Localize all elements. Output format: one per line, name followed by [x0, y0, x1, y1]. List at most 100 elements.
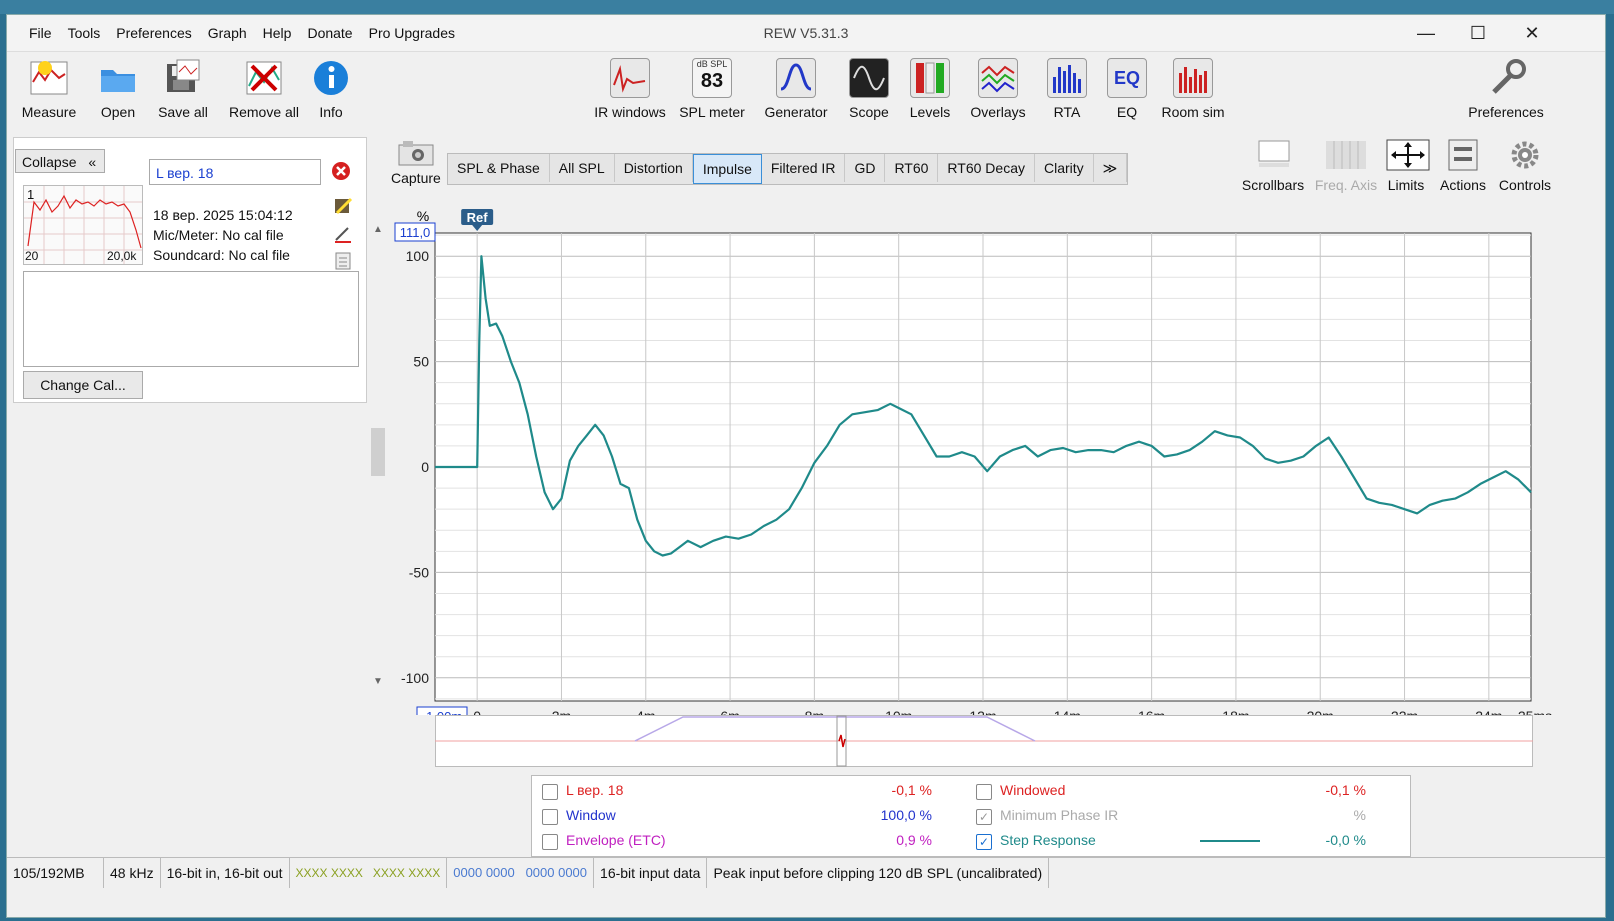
graph-panel-scrollbar[interactable]: ▲ ▼ — [371, 220, 387, 690]
tabs-more-button[interactable]: ≫ — [1094, 154, 1128, 182]
remove-all-button[interactable]: Remove all — [225, 58, 303, 120]
scroll-thumb[interactable] — [371, 428, 385, 476]
tab-filtered-ir[interactable]: Filtered IR — [762, 154, 846, 182]
rta-button[interactable]: RTA — [1047, 58, 1087, 120]
overview-strip[interactable] — [435, 715, 1533, 767]
legend-value-windowed: -0,1 % — [1325, 782, 1366, 798]
freq-axis-button[interactable]: Freq. Axis — [1311, 139, 1381, 193]
levels-icon — [910, 58, 950, 98]
preferences-label: Preferences — [1468, 104, 1544, 120]
legend-checkbox-envelope[interactable] — [542, 834, 558, 850]
y-tick-label: 0 — [421, 459, 429, 475]
levels-button[interactable]: Levels — [907, 58, 953, 120]
graph-tabs: SPL & Phase All SPL Distortion Impulse F… — [447, 153, 1129, 185]
ir-windows-label: IR windows — [594, 104, 666, 120]
measurement-name-field[interactable]: L вер. 18 — [149, 159, 321, 185]
scrollbars-button[interactable]: Scrollbars — [1239, 139, 1307, 193]
y-tick-label: -100 — [401, 670, 429, 686]
menu-file[interactable]: File — [21, 25, 60, 41]
scroll-up-icon[interactable]: ▲ — [373, 224, 383, 235]
spl-badge-value: 83 — [700, 70, 724, 92]
legend-value-measurement: -0,1 % — [891, 782, 932, 798]
spl-meter-button[interactable]: dB SPL 83 SPL meter — [677, 58, 747, 120]
y-tick-label: 100 — [406, 248, 430, 264]
scrollbars-icon — [1253, 139, 1293, 171]
scroll-down-icon[interactable]: ▼ — [373, 676, 383, 687]
remove-icon — [244, 58, 284, 98]
info-icon — [311, 58, 351, 98]
x-tick-label: 14m — [1054, 708, 1081, 715]
title-bar: File Tools Preferences Graph Help Donate… — [7, 15, 1605, 52]
controls-button[interactable]: Controls — [1497, 139, 1553, 193]
maximize-button[interactable]: ☐ — [1455, 19, 1501, 47]
status-input-levels: XXXX XXXX XXXX XXXX — [290, 858, 448, 888]
legend-checkbox-windowed[interactable] — [976, 784, 992, 800]
legend-label-min-phase: Minimum Phase IR — [1000, 807, 1119, 823]
tab-rt60-decay[interactable]: RT60 Decay — [938, 154, 1035, 182]
eq-label: EQ — [1116, 104, 1138, 120]
legend-checkbox-window[interactable] — [542, 809, 558, 825]
menu-preferences[interactable]: Preferences — [108, 25, 199, 41]
tab-rt60[interactable]: RT60 — [885, 154, 939, 182]
legend-value-envelope: 0,9 % — [896, 832, 932, 848]
menu-donate[interactable]: Donate — [299, 25, 360, 41]
menu-help[interactable]: Help — [255, 25, 300, 41]
generator-button[interactable]: Generator — [763, 58, 829, 120]
thumbnail-x-max: 20,0k — [107, 249, 137, 263]
x-tick-label: 6m — [720, 708, 739, 715]
capture-label: Capture — [391, 170, 441, 186]
menu-graph[interactable]: Graph — [200, 25, 255, 41]
ref-label: Ref — [467, 210, 489, 225]
menu-tools[interactable]: Tools — [60, 25, 109, 41]
tab-clarity[interactable]: Clarity — [1035, 154, 1094, 182]
impulse-graph[interactable]: 100 50 0 -50 -100 0 2m 4m 6m 8m 10m 12m 14m 16m 18m 20m… — [387, 195, 1587, 715]
legend-swatch-step-response — [1200, 840, 1260, 842]
measurement-color-icon[interactable] — [333, 195, 353, 215]
limits-button[interactable]: Limits — [1383, 139, 1430, 193]
status-bit-depth: 16-bit in, 16-bit out — [161, 858, 290, 888]
ir-windows-button[interactable]: IR windows — [591, 58, 669, 120]
change-cal-button[interactable]: Change Cal... — [23, 371, 143, 399]
measure-button[interactable]: Measure — [15, 58, 83, 120]
room-sim-button[interactable]: Room sim — [1157, 58, 1229, 120]
info-button[interactable]: Info — [311, 58, 351, 120]
tab-impulse[interactable]: Impulse — [692, 154, 762, 184]
thumbnail-x-min: 20 — [25, 249, 39, 263]
scope-button[interactable]: Scope — [847, 58, 891, 120]
gear-icon — [1505, 139, 1545, 171]
save-all-button[interactable]: Save all — [153, 58, 213, 120]
eq-button[interactable]: EQ EQ — [1107, 58, 1147, 120]
capture-button[interactable]: Capture — [391, 139, 441, 186]
legend-checkbox-min-phase[interactable]: ✓ — [976, 809, 992, 825]
remove-measurement-icon[interactable] — [331, 161, 351, 181]
tab-spl-phase[interactable]: SPL & Phase — [448, 154, 550, 182]
minimize-button[interactable]: — — [1403, 19, 1449, 47]
legend-label-window: Window — [566, 807, 616, 823]
legend-label-measurement: L вер. 18 — [566, 782, 624, 798]
overlays-button[interactable]: Overlays — [969, 58, 1027, 120]
measurement-notes-area[interactable] — [23, 271, 359, 367]
legend-label-windowed: Windowed — [1000, 782, 1066, 798]
measurement-info: 18 вер. 2025 15:04:12 Mic/Meter: No cal … — [153, 205, 293, 265]
pen-icon[interactable] — [333, 223, 353, 243]
rta-icon — [1047, 58, 1087, 98]
menu-pro-upgrades[interactable]: Pro Upgrades — [361, 25, 463, 41]
close-button[interactable]: ✕ — [1509, 19, 1555, 47]
collapse-button[interactable]: Collapse « — [15, 149, 105, 173]
notes-icon[interactable] — [333, 251, 353, 271]
open-button[interactable]: Open — [93, 58, 143, 120]
legend-checkbox-measurement[interactable] — [542, 784, 558, 800]
legend-checkbox-step-response[interactable]: ✓ — [976, 834, 992, 850]
collapse-label: Collapse — [22, 154, 77, 170]
main-toolbar: Measure Open Save all Remove all Info IR… — [7, 52, 1605, 138]
status-sample-rate: 48 kHz — [104, 858, 161, 888]
camera-icon — [391, 139, 441, 170]
desktop-strip — [0, 0, 1614, 14]
legend-value-window: 100,0 % — [880, 807, 932, 823]
actions-button[interactable]: Actions — [1435, 139, 1491, 193]
preferences-button[interactable]: Preferences — [1463, 58, 1549, 120]
tab-gd[interactable]: GD — [845, 154, 886, 182]
tab-distortion[interactable]: Distortion — [615, 154, 693, 182]
status-peak-input: Peak input before clipping 120 dB SPL (u… — [707, 858, 1050, 888]
tab-all-spl[interactable]: All SPL — [550, 154, 615, 182]
